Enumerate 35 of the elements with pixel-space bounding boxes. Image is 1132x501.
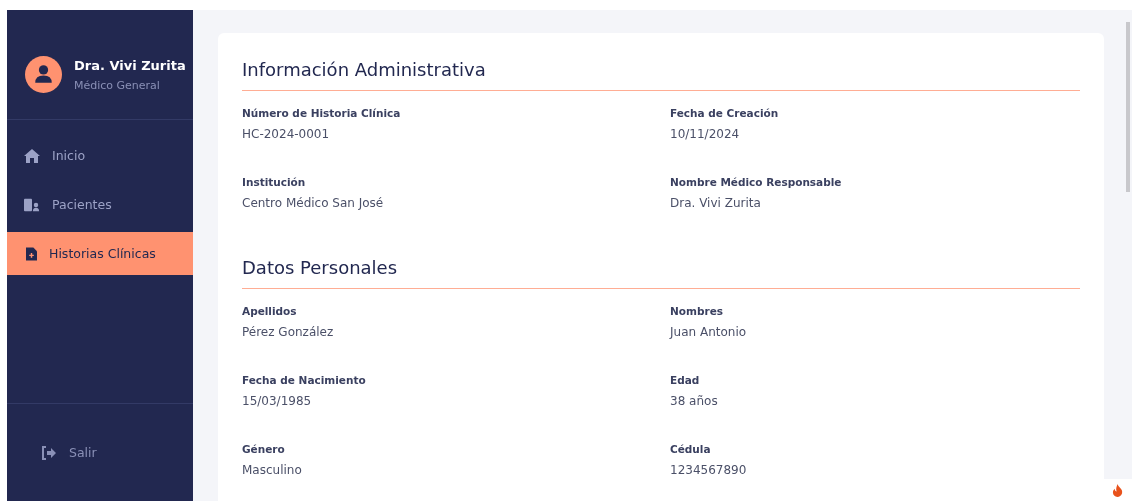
field-value: Masculino [242, 463, 303, 477]
nav-item[interactable]: Inicio [7, 131, 193, 180]
field-label: Nombre Médico Responsable [670, 176, 843, 188]
field-label: Edad [670, 374, 701, 386]
user-avatar-icon [25, 56, 62, 93]
field-value: 10/11/2024 [670, 127, 741, 141]
field-label: Fecha de Nacimiento [242, 374, 367, 386]
field-value: HC-2024-0001 [242, 127, 331, 141]
field-value: 38 años [670, 394, 719, 408]
field-label: Género [242, 443, 286, 455]
section-title: Información Administrativa [242, 59, 1080, 91]
field-value: Pérez González [242, 325, 335, 339]
flame-icon [1111, 483, 1123, 497]
field-label: Apellidos [242, 305, 298, 317]
section-title: Datos Personales [242, 257, 1080, 289]
field-value: Centro Médico San José [242, 196, 385, 210]
field-value: 15/03/1985 [242, 394, 313, 408]
home-icon [24, 148, 40, 163]
field-label: Nombres [670, 305, 724, 317]
field-value: Dra. Vivi Zurita [670, 196, 762, 210]
file-plus-icon [26, 246, 37, 261]
nav-item[interactable]: Pacientes [7, 180, 193, 229]
field-label: Fecha de Creación [670, 107, 780, 119]
nav-item[interactable]: Historias Clínicas [7, 232, 193, 275]
field-label: Cédula [670, 443, 712, 455]
field-label: Institución [242, 176, 307, 188]
patient-card-icon [24, 197, 40, 212]
field-value: Juan Antonio [670, 325, 748, 339]
logout-link[interactable]: Salir [41, 445, 97, 460]
field-value: 1234567890 [670, 463, 748, 477]
flame-button[interactable] [1102, 479, 1132, 501]
field-label: Número de Historia Clínica [242, 107, 402, 119]
user-role: Médico General [74, 78, 161, 92]
sign-out-icon [41, 445, 57, 460]
user-name: Dra. Vivi Zurita [74, 57, 186, 73]
